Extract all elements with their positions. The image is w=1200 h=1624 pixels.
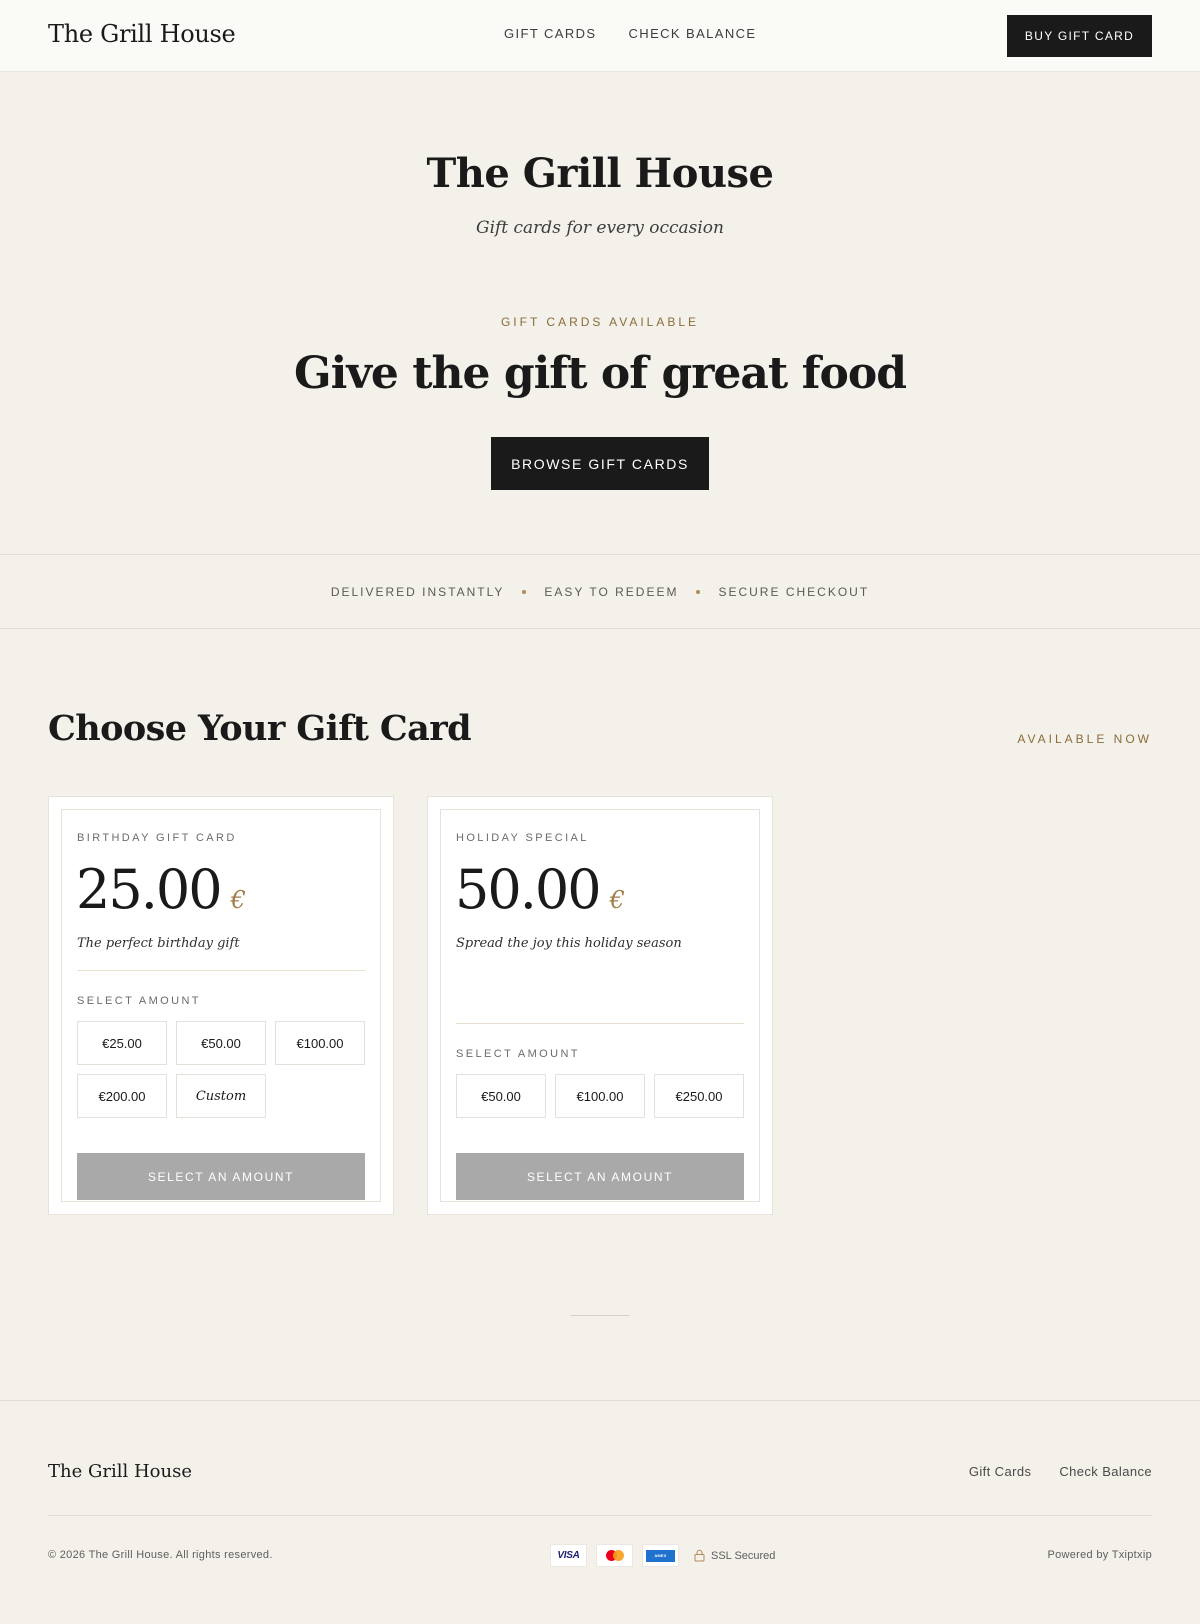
features-strip: DELIVERED INSTANTLY EASY TO REDEEM SECUR… [0, 554, 1200, 629]
amount-options: €50.00 €100.00 €250.00 [456, 1074, 744, 1118]
visa-icon: VISA [550, 1544, 587, 1567]
header-nav: GIFT CARDS CHECK BALANCE [504, 26, 757, 41]
lock-icon [694, 1549, 705, 1562]
nav-check-balance-link[interactable]: CHECK BALANCE [629, 26, 757, 41]
section-title: Choose Your Gift Card [48, 708, 472, 749]
amount-option-25[interactable]: €25.00 [77, 1021, 167, 1065]
visa-wordmark: VISA [557, 1550, 580, 1561]
amex-icon: AMEX [642, 1544, 679, 1567]
select-an-amount-button[interactable]: SELECT AN AMOUNT [456, 1153, 744, 1200]
hero-title: The Grill House [426, 150, 775, 197]
gift-card-price: 25.00 € [76, 858, 246, 921]
amex-wordmark: AMEX [646, 1549, 675, 1562]
gift-card-label: HOLIDAY SPECIAL [456, 832, 589, 844]
amount-option-250[interactable]: €250.00 [654, 1074, 744, 1118]
amount-option-50[interactable]: €50.00 [176, 1021, 266, 1065]
hero-subtitle: Gift cards for every occasion [475, 218, 724, 238]
gift-card-price-value: 25.00 [76, 858, 223, 921]
separator-dot-icon [696, 589, 701, 594]
gift-card-inner-frame: HOLIDAY SPECIAL 50.00 € Spread the joy t… [440, 809, 760, 1202]
ssl-secured-badge: SSL Secured [694, 1549, 775, 1562]
amount-option-200[interactable]: €200.00 [77, 1074, 167, 1118]
amount-option-100[interactable]: €100.00 [275, 1021, 365, 1065]
payment-methods: VISA AMEX SSL Secured [550, 1544, 775, 1567]
gift-card-label: BIRTHDAY GIFT CARD [77, 832, 237, 844]
gift-card-birthday: BIRTHDAY GIFT CARD 25.00 € The perfect b… [48, 796, 394, 1215]
gift-card-price-value: 50.00 [455, 858, 602, 921]
select-amount-label: SELECT AMOUNT [77, 995, 201, 1007]
gift-card-currency: € [230, 886, 246, 914]
gift-card-inner-frame: BIRTHDAY GIFT CARD 25.00 € The perfect b… [61, 809, 381, 1202]
footer-copyright: © 2026 The Grill House. All rights reser… [48, 1549, 273, 1561]
ssl-secured-text: SSL Secured [711, 1549, 776, 1562]
footer-divider [48, 1515, 1152, 1516]
hero-headline: Give the gift of great food [294, 348, 907, 399]
gift-card-currency: € [609, 886, 625, 914]
gift-card-divider [77, 970, 365, 971]
amount-option-50[interactable]: €50.00 [456, 1074, 546, 1118]
footer-gift-cards-link[interactable]: Gift Cards [969, 1464, 1032, 1479]
feature-easy-to-redeem: EASY TO REDEEM [544, 584, 679, 599]
site-header: The Grill House GIFT CARDS CHECK BALANCE… [0, 0, 1200, 72]
section-end-rule [570, 1315, 630, 1316]
gift-card-price: 50.00 € [455, 858, 625, 921]
site-footer: The Grill House Gift Cards Check Balance… [0, 1400, 1200, 1624]
gift-card-divider [456, 1023, 744, 1024]
footer-brand[interactable]: The Grill House [48, 1461, 192, 1482]
gift-card-description: Spread the joy this holiday season [456, 936, 682, 951]
amount-option-custom[interactable]: Custom [176, 1074, 266, 1118]
feature-delivered-instantly: DELIVERED INSTANTLY [330, 584, 505, 599]
powered-by[interactable]: Powered by Txiptxip [1047, 1549, 1152, 1561]
amount-option-100[interactable]: €100.00 [555, 1074, 645, 1118]
amount-options: €25.00 €50.00 €100.00 €200.00 Custom [77, 1021, 365, 1118]
gift-card-holiday: HOLIDAY SPECIAL 50.00 € Spread the joy t… [427, 796, 773, 1215]
select-amount-label: SELECT AMOUNT [456, 1048, 580, 1060]
header-brand-logo[interactable]: The Grill House [48, 20, 236, 48]
gift-card-description: The perfect birthday gift [77, 936, 240, 951]
feature-secure-checkout: SECURE CHECKOUT [718, 584, 870, 599]
browse-gift-cards-button[interactable]: BROWSE GIFT CARDS [491, 437, 709, 490]
hero-eyebrow: GIFT CARDS AVAILABLE [500, 315, 700, 329]
separator-dot-icon [522, 589, 527, 594]
select-an-amount-button[interactable]: SELECT AN AMOUNT [77, 1153, 365, 1200]
section-tag: AVAILABLE NOW [1017, 732, 1152, 746]
mastercard-icon [596, 1544, 633, 1567]
footer-links: Gift Cards Check Balance [969, 1464, 1152, 1479]
nav-gift-cards-link[interactable]: GIFT CARDS [504, 26, 597, 41]
buy-gift-card-button[interactable]: BUY GIFT CARD [1007, 15, 1152, 57]
footer-check-balance-link[interactable]: Check Balance [1059, 1464, 1152, 1479]
